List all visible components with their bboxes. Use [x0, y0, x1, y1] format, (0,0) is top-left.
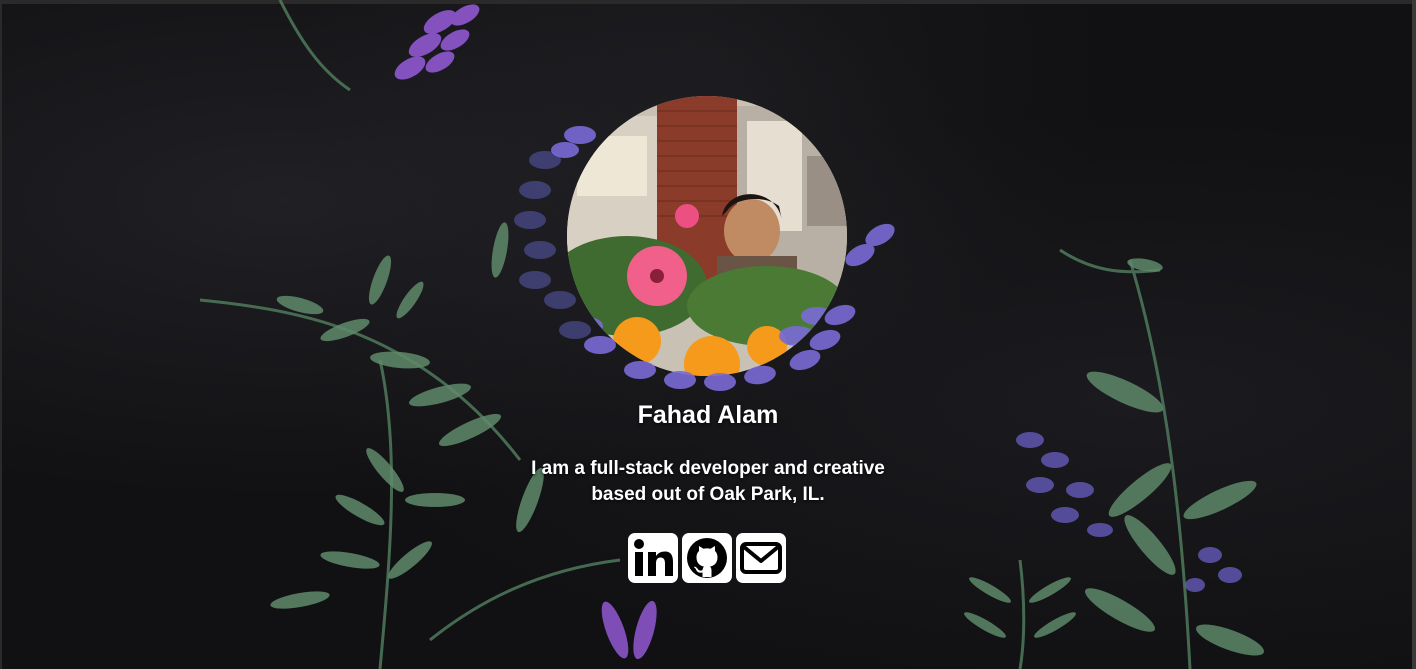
github-button[interactable]	[682, 533, 732, 583]
profile-name: Fahad Alam	[637, 401, 779, 429]
social-links	[628, 533, 786, 583]
profile-photo	[567, 96, 847, 376]
profile-bio: I am a full-stack developer and creative…	[458, 456, 958, 508]
bio-line-2: based out of Oak Park, IL.	[591, 484, 825, 505]
portfolio-page: Fahad Alam I am a full-stack developer a…	[0, 0, 1416, 669]
github-icon	[687, 538, 727, 578]
email-button[interactable]	[736, 533, 786, 583]
linkedin-icon	[634, 539, 673, 576]
bio-line-1: I am a full-stack developer and creative	[531, 458, 885, 479]
linkedin-button[interactable]	[628, 533, 678, 583]
email-icon	[740, 542, 782, 574]
